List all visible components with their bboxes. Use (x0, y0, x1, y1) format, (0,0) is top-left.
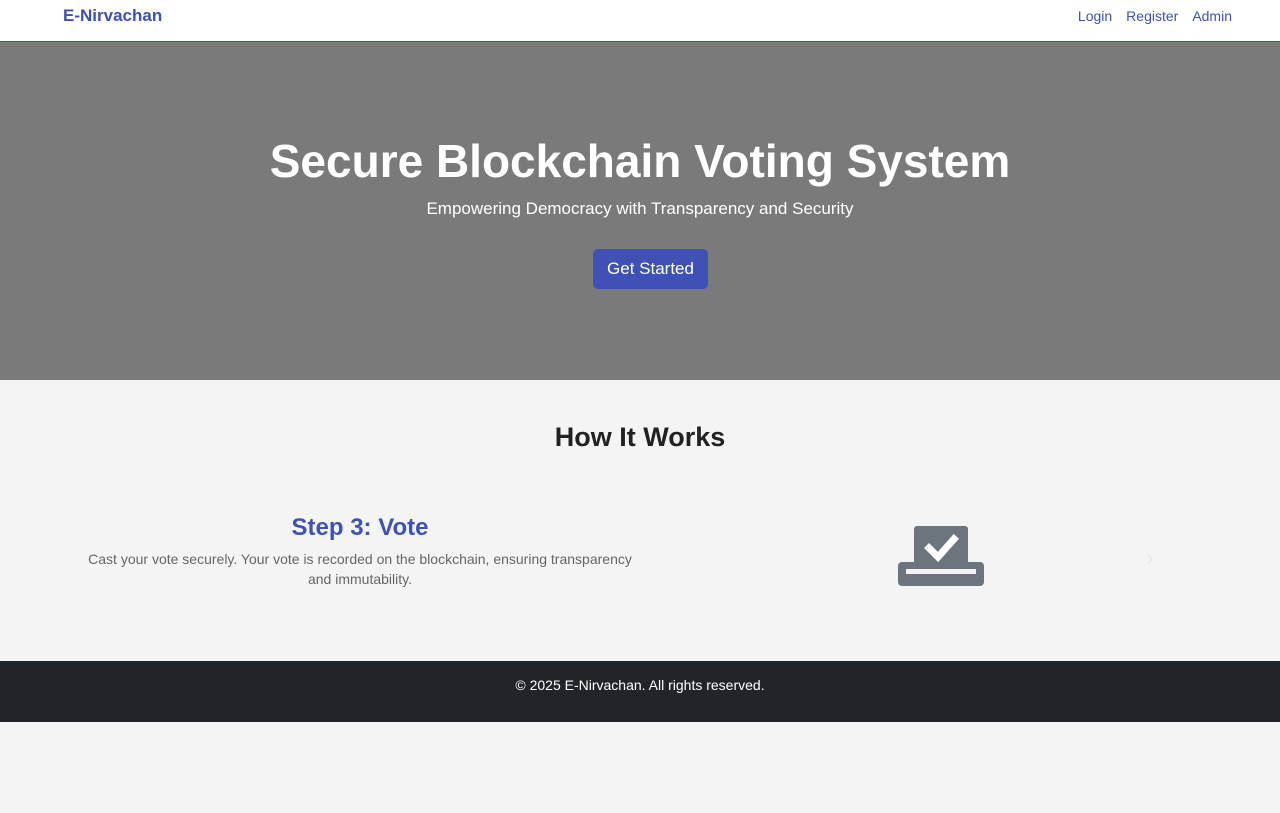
nav-register-link[interactable]: Register (1126, 8, 1178, 24)
step-title: Step 3: Vote (291, 514, 429, 541)
brand-link[interactable]: E-Nirvachan (63, 6, 162, 26)
step-description: Cast your vote securely. Your vote is re… (88, 551, 632, 587)
hero-subtitle: Empowering Democracy with Transparency a… (426, 199, 854, 218)
how-it-works-section: How It Works Step 3: Vote Cast your vote… (0, 380, 1280, 661)
carousel-next-button[interactable]: › (1140, 545, 1160, 570)
vote-ballot-icon (898, 526, 984, 586)
nav-login-link[interactable]: Login (1078, 8, 1112, 24)
hero-section: Secure Blockchain Voting System Empoweri… (0, 42, 1280, 380)
get-started-button[interactable]: Get Started (593, 249, 708, 289)
nav-links: Login Register Admin (1078, 8, 1232, 24)
hero-title: Secure Blockchain Voting System (269, 135, 1011, 187)
nav-admin-link[interactable]: Admin (1192, 8, 1232, 24)
navbar: E-Nirvachan Login Register Admin (0, 0, 1280, 42)
footer: © 2025 E-Nirvachan. All rights reserved. (0, 661, 1280, 722)
footer-copyright: © 2025 E-Nirvachan. All rights reserved. (515, 677, 765, 693)
how-it-works-heading: How It Works (554, 422, 726, 452)
